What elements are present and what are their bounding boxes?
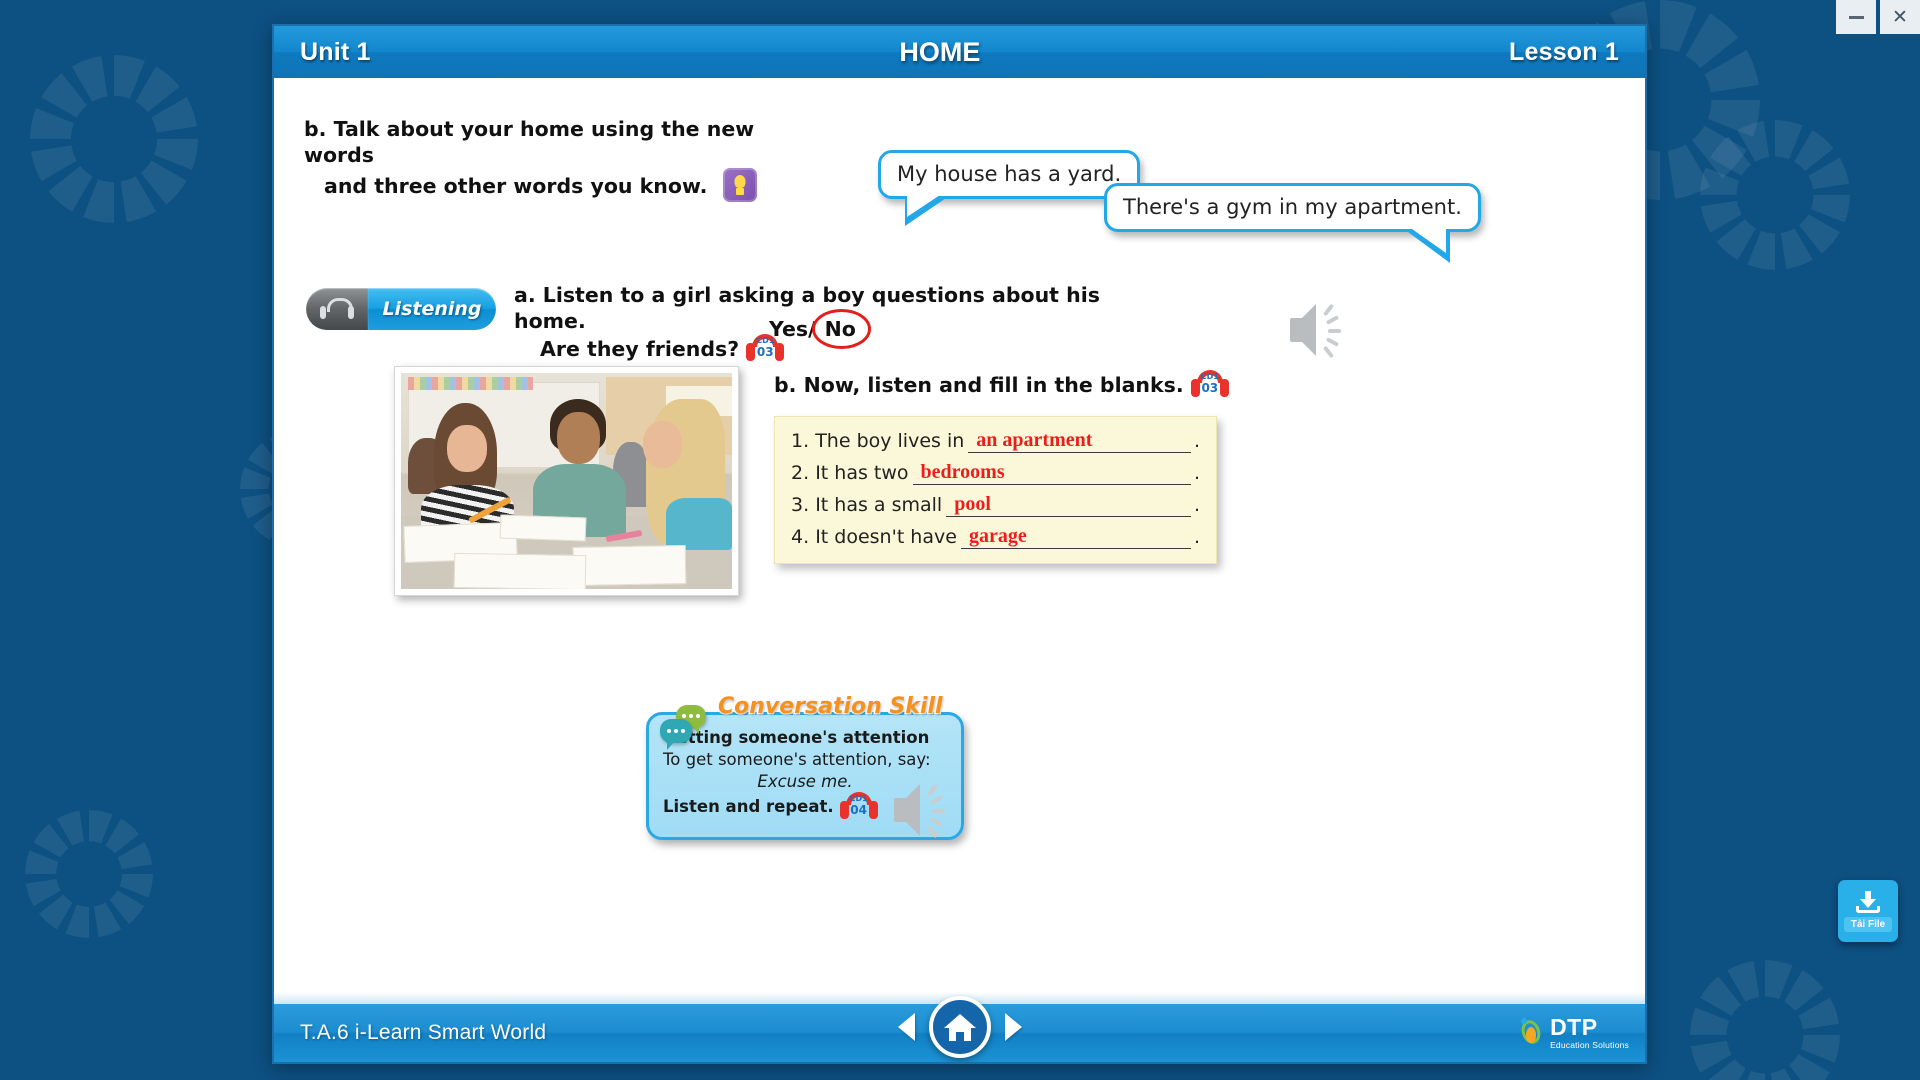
listening-badge-label-wrap: Listening	[368, 288, 496, 330]
blank-input[interactable]: an apartment	[968, 428, 1191, 453]
yes-option[interactable]: Yes/	[769, 317, 816, 341]
blank-answer: an apartment	[976, 429, 1093, 451]
home-icon	[943, 1014, 976, 1041]
blank-item: 1. The boy lives in an apartment .	[791, 428, 1200, 453]
gear-decoration-icon	[1690, 960, 1840, 1080]
blank-period: .	[1193, 462, 1200, 485]
blank-answer: bedrooms	[920, 461, 1005, 483]
minimize-button[interactable]	[1836, 0, 1876, 34]
slide-header: Unit 1 HOME Lesson 1	[274, 26, 1645, 86]
dtp-logo-tagline: Education Solutions	[1550, 1040, 1629, 1050]
speech-bubble-gym-text: There's a gym in my apartment.	[1123, 195, 1462, 219]
blank-input[interactable]: bedrooms	[912, 460, 1191, 485]
blank-period: .	[1193, 494, 1200, 517]
blank-period: .	[1193, 526, 1200, 549]
conversation-skill-instruction: Listen and repeat.	[663, 797, 834, 817]
gear-decoration-icon	[1700, 120, 1850, 270]
yes-no-answer: Yes/No	[769, 309, 872, 349]
blanks-task-heading-text: b. Now, listen and fill in the blanks.	[774, 373, 1184, 397]
blank-item: 2. It has two bedrooms .	[791, 460, 1200, 485]
next-arrow-icon[interactable]	[1004, 1013, 1022, 1041]
conversation-skill-description: To get someone's attention, say:	[663, 749, 931, 769]
speaker-icon[interactable]	[894, 772, 956, 850]
footer-brand: T.A.6 i-Learn Smart World	[300, 1021, 547, 1044]
speaker-icon[interactable]	[1290, 292, 1352, 370]
listening-task-line-2: Are they friends?	[540, 337, 740, 362]
previous-arrow-icon[interactable]	[897, 1013, 915, 1041]
application-root: ✕ Unit 1 HOME Lesson 1 b. Talk about you…	[0, 0, 1920, 1080]
gear-decoration-icon	[30, 55, 198, 223]
lesson-slide: Unit 1 HOME Lesson 1 b. Talk about your …	[272, 24, 1647, 1064]
blank-prompt: It doesn't have	[815, 526, 957, 549]
unit-label: Unit 1	[300, 37, 371, 66]
download-file-button[interactable]: Tải File	[1838, 880, 1898, 942]
cd-track-badge[interactable]: CD1 04	[839, 792, 878, 822]
conversation-skill-title: Conversation Skill	[717, 693, 945, 721]
close-button[interactable]: ✕	[1880, 0, 1920, 34]
speech-bubble-yard: My house has a yard.	[878, 150, 1141, 226]
lightbulb-icon	[722, 168, 757, 203]
download-icon	[1856, 890, 1880, 913]
home-button[interactable]	[928, 996, 991, 1058]
conversation-skill-header: Conversation Skill	[660, 690, 945, 750]
blank-number: 1.	[791, 430, 810, 453]
close-icon: ✕	[1892, 6, 1908, 28]
listening-badge-label: Listening	[382, 298, 482, 320]
speech-bubble-yard-text: My house has a yard.	[897, 162, 1122, 186]
blank-answer: garage	[968, 525, 1027, 547]
blank-item: 4. It doesn't have garage .	[791, 524, 1200, 549]
bubble-tail-inner	[1411, 229, 1446, 253]
blank-prompt: The boy lives in	[815, 430, 965, 453]
blank-prompt: It has a small	[815, 494, 943, 517]
dtp-logo-name: DTP	[1550, 1014, 1598, 1040]
talk-task: b. Talk about your home using the new wo…	[304, 116, 804, 203]
footer-navigation	[897, 996, 1022, 1058]
blanks-task-heading: b. Now, listen and fill in the blanks. C…	[774, 370, 1229, 400]
cd-track-label: 04	[850, 803, 867, 818]
cd-disc-label: CD1	[849, 794, 868, 804]
cd-track-label: 03	[756, 345, 774, 360]
listening-badge: Listening	[306, 288, 496, 330]
dtp-mark-icon	[1518, 1017, 1544, 1048]
bubble-tail-inner	[907, 195, 940, 217]
gear-decoration-icon	[25, 810, 153, 938]
classroom-photo	[394, 366, 739, 596]
slide-body: b. Talk about your home using the new wo…	[274, 78, 1645, 1008]
blank-answer: pool	[954, 493, 991, 515]
talk-task-line-2: and three other words you know.	[324, 174, 708, 199]
window-controls: ✕	[1836, 0, 1920, 34]
blank-item: 3. It has a small pool .	[791, 492, 1200, 517]
slide-footer: T.A.6 i-Learn Smart World DTP Education …	[274, 992, 1645, 1062]
cd-disc-label: CD1	[1200, 372, 1219, 381]
blank-number: 4.	[791, 526, 810, 549]
blank-prompt: It has two	[815, 462, 909, 485]
page-title: HOME	[899, 36, 981, 67]
conversation-skill-subtitle: Getting someone's attention	[663, 728, 930, 747]
blank-number: 2.	[791, 462, 810, 485]
dtp-logo: DTP Education Solutions	[1518, 1016, 1629, 1050]
blank-number: 3.	[791, 494, 810, 517]
speech-bubble-gym: There's a gym in my apartment.	[1104, 183, 1481, 263]
cd-track-badge[interactable]: CD1 03	[1190, 370, 1229, 400]
cd-track-label: 03	[1201, 381, 1219, 395]
blank-input[interactable]: garage	[960, 524, 1191, 549]
blank-period: .	[1193, 430, 1200, 453]
blanks-answer-panel: 1. The boy lives in an apartment . 2. It…	[774, 416, 1217, 564]
blank-input[interactable]: pool	[946, 492, 1191, 517]
headphones-icon	[306, 288, 368, 330]
talk-task-line-1: b. Talk about your home using the new wo…	[304, 117, 755, 168]
download-file-label: Tải File	[1843, 916, 1893, 932]
minimize-icon	[1848, 15, 1864, 19]
lesson-label: Lesson 1	[1509, 37, 1619, 66]
no-option-selected[interactable]: No	[811, 309, 872, 349]
